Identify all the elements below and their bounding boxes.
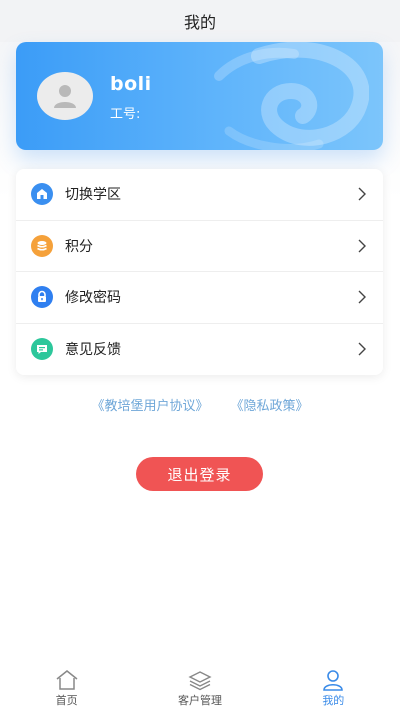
policy-links: 《教培堡用户协议》 《隐私政策》: [0, 395, 400, 414]
home-icon: [56, 670, 78, 690]
menu-item-feedback[interactable]: 意见反馈: [16, 324, 383, 376]
layers-icon: [188, 671, 212, 691]
menu-item-switch-campus[interactable]: 切换学区: [16, 169, 383, 221]
menu-item-label: 切换学区: [65, 187, 121, 204]
tab-label: 首页: [55, 694, 78, 707]
employee-id-label: 工号:: [110, 107, 141, 122]
avatar[interactable]: [37, 72, 93, 120]
default-user-avatar-icon: [54, 85, 76, 108]
chevron-right-icon: [358, 187, 366, 201]
tab-label: 客户管理: [177, 694, 222, 707]
user-agreement-link[interactable]: 《教培堡用户协议》: [91, 395, 208, 414]
tab-mine[interactable]: 我的: [267, 665, 400, 711]
menu-item-change-password[interactable]: 修改密码: [16, 272, 383, 324]
menu-item-points[interactable]: 积分: [16, 221, 383, 272]
menu-item-label: 意见反馈: [65, 342, 121, 359]
feedback-chat-icon: [31, 338, 53, 361]
username: boli: [110, 73, 152, 95]
settings-menu: 切换学区 积分 修改密码 意见反馈: [16, 169, 383, 375]
chevron-right-icon: [358, 290, 366, 304]
points-coins-icon: [31, 234, 53, 257]
campus-switch-icon: [31, 183, 53, 206]
tab-label: 我的: [322, 694, 345, 707]
employee-id-row: 工号:: [110, 103, 140, 122]
tab-home[interactable]: 首页: [0, 665, 133, 711]
bottom-tab-bar: 首页 客户管理 我的: [0, 665, 400, 711]
chevron-right-icon: [358, 239, 366, 253]
menu-item-label: 积分: [65, 238, 93, 255]
privacy-policy-link[interactable]: 《隐私政策》: [231, 395, 309, 414]
profile-card[interactable]: boli 工号:: [16, 42, 383, 150]
menu-item-label: 修改密码: [65, 290, 121, 307]
user-icon: [323, 670, 344, 691]
page-title: 我的: [0, 0, 400, 42]
tab-customer-management[interactable]: 客户管理: [133, 665, 266, 711]
chevron-right-icon: [358, 342, 366, 356]
logout-button[interactable]: 退出登录: [136, 457, 263, 491]
swirl-decoration-icon: [214, 42, 369, 150]
lock-icon: [31, 286, 53, 309]
